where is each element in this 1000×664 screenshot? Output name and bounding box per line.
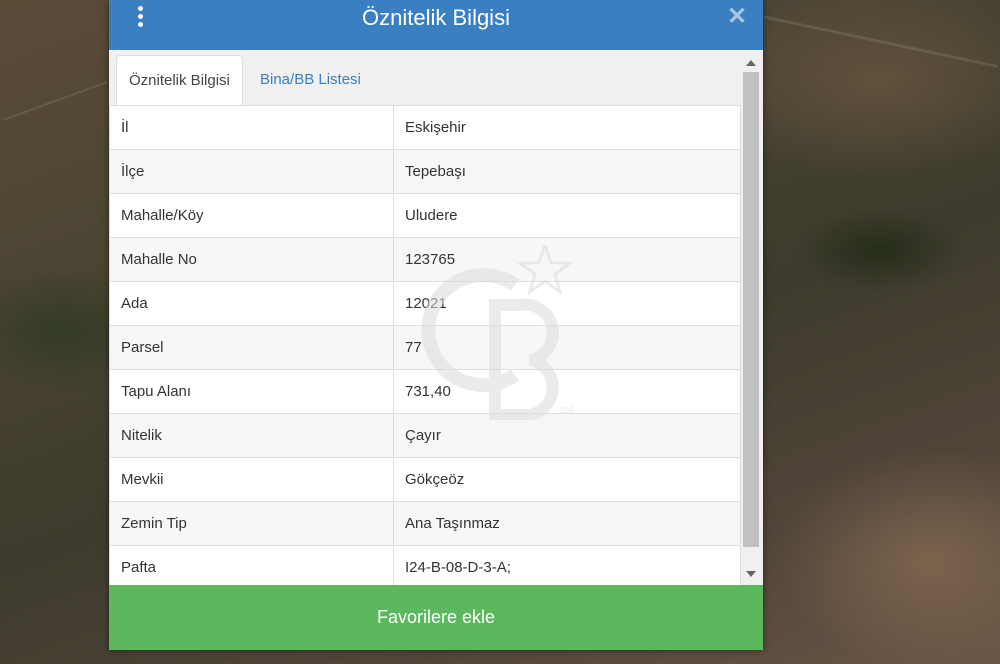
table-row: Mahalle/Köy Uludere [109,193,741,238]
row-key: Parsel [109,325,394,370]
table-row: Zemin Tip Ana Taşınmaz [109,501,741,546]
row-value: 123765 [393,237,741,282]
table-row: Ada 12021 [109,281,741,326]
attribute-info-dialog: Öznitelik Bilgisi ✕ Öznitelik Bilgisi Bi… [109,0,763,650]
row-key: İlçe [109,149,394,194]
row-value: Tepebaşı [393,149,741,194]
attribute-table-container: İl Eskişehir İlçe Tepebaşı Mahalle/Köy Ulud… [109,105,741,585]
table-row: İlçe Tepebaşı [109,149,741,194]
vertical-ellipsis-icon[interactable] [135,6,145,30]
dialog-title: Öznitelik Bilgisi [362,5,510,30]
tab-bar: Öznitelik Bilgisi Bina/BB Listesi [109,50,763,106]
row-key: Nitelik [109,413,394,458]
row-value: Gökçeöz [393,457,741,502]
row-key: Mevkii [109,457,394,502]
row-key: İl [109,105,394,150]
row-key: Ada [109,281,394,326]
table-row: Tapu Alanı 731,40 [109,369,741,414]
attribute-table: İl Eskişehir İlçe Tepebaşı Mahalle/Köy Ulud… [109,105,741,585]
add-to-favorites-button[interactable]: Favorilere ekle [109,585,763,650]
row-value: Ana Taşınmaz [393,501,741,546]
scrollbar-thumb[interactable] [743,72,759,547]
tab-building-list[interactable]: Bina/BB Listesi [248,55,373,104]
table-row: Pafta I24-B-08-D-3-A; [109,545,741,585]
row-value: Eskişehir [393,105,741,150]
scroll-up-arrow-icon[interactable] [746,60,756,66]
row-value: Uludere [393,193,741,238]
row-value: 731,40 [393,369,741,414]
dialog-header: Öznitelik Bilgisi ✕ [109,0,763,50]
row-key: Zemin Tip [109,501,394,546]
table-row: Mevkii Gökçeöz [109,457,741,502]
row-value: 12021 [393,281,741,326]
row-key: Mahalle/Köy [109,193,394,238]
tab-attribute-info[interactable]: Öznitelik Bilgisi [116,55,243,106]
table-row: Nitelik Çayır [109,413,741,458]
row-key: Tapu Alanı [109,369,394,414]
scroll-down-arrow-icon[interactable] [746,571,756,577]
row-key: Pafta [109,545,394,585]
map-road-line [2,81,108,121]
row-value: I24-B-08-D-3-A; [393,545,741,585]
map-road-line [762,15,998,68]
table-scrollbar[interactable] [741,55,763,585]
table-row: Mahalle No 123765 [109,237,741,282]
table-row: Parsel 77 [109,325,741,370]
row-key: Mahalle No [109,237,394,282]
row-value: Çayır [393,413,741,458]
row-value: 77 [393,325,741,370]
close-icon[interactable]: ✕ [727,5,747,29]
table-row: İl Eskişehir [109,105,741,150]
